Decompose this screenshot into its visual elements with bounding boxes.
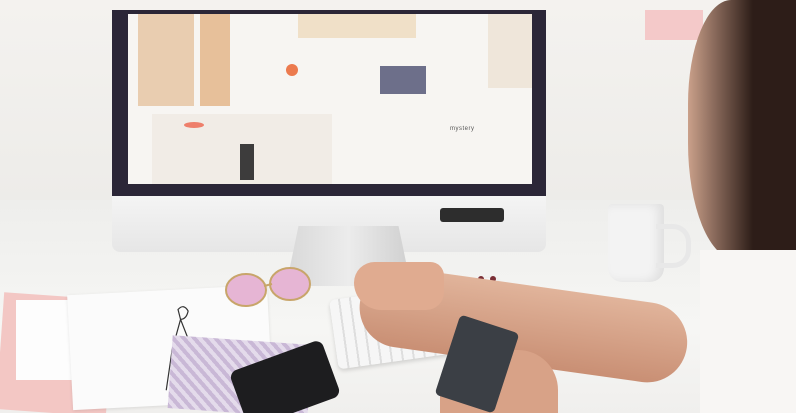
woman-head [688,0,796,260]
curtain-photo [138,14,194,106]
flower-thumbnail [380,66,426,94]
monitor-screen: mystery [128,14,532,184]
shelf-photo [488,14,532,88]
white-shirt [700,250,796,413]
pink-flower-icon [184,122,204,128]
bottle-icon [240,144,254,180]
pink-sticky-note [645,10,703,40]
external-drive [440,208,504,222]
mug-handle [656,224,691,268]
curtain-photo-2 [200,14,230,106]
monitor-bezel: mystery [112,10,546,200]
site-heading[interactable]: mystery [450,126,475,132]
photo-scene: mystery [0,0,796,413]
flower-icon [286,64,298,76]
typing-hand [354,262,444,310]
pink-sunglasses [225,267,311,307]
banner-block [298,14,416,38]
